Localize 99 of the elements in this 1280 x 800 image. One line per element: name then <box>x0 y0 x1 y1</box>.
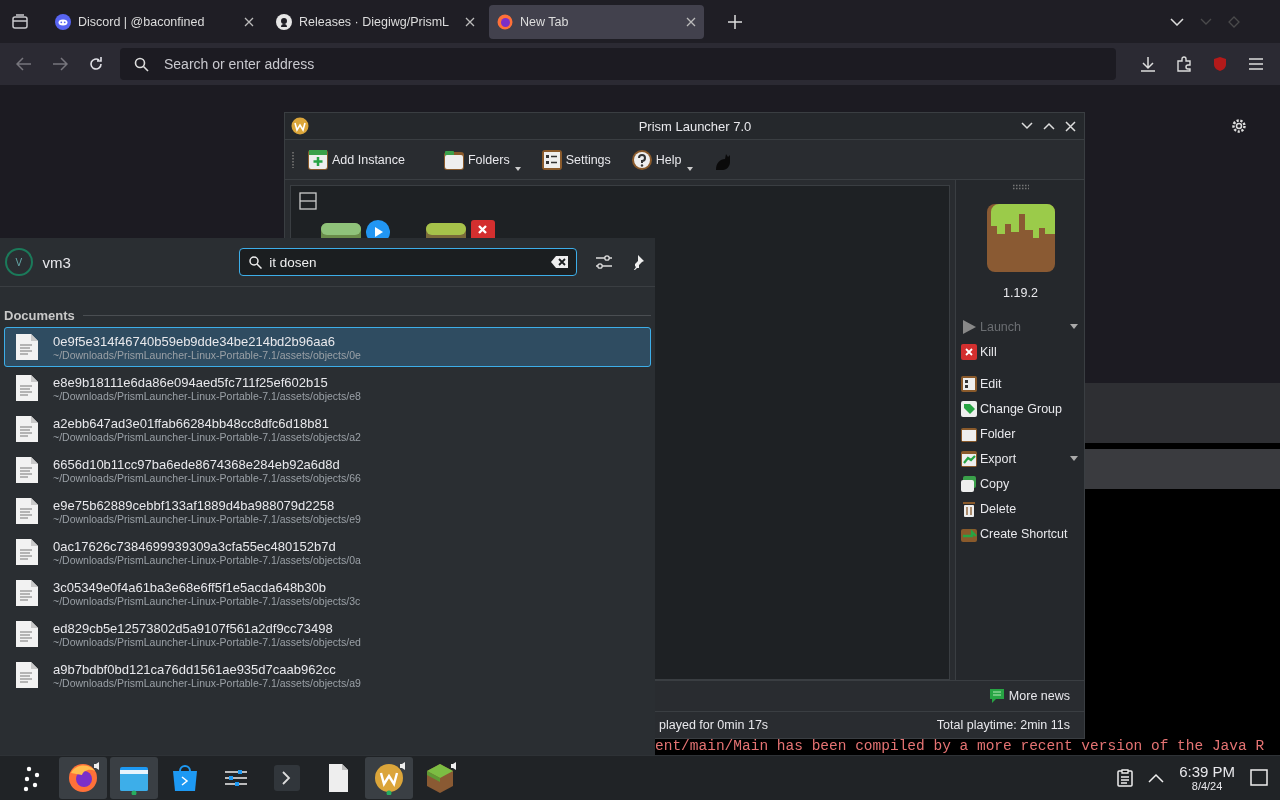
search-result[interactable]: 6656d10b11cc97ba6ede8674368e284eb92a6d8d ~/Downloads/PrismLauncher-Linux-Portable-7.1/assets/objects/66 <box>4 450 651 490</box>
tab-list-icon[interactable] <box>11 13 29 30</box>
toolbar-button[interactable]: Settings <box>536 146 615 173</box>
document-icon <box>15 415 39 443</box>
close-icon[interactable] <box>465 16 475 27</box>
tag-icon <box>961 400 977 417</box>
reload-icon[interactable] <box>88 56 104 72</box>
search-result[interactable]: 3c05349e0f4a61ba3e68e6ff5f1e5acda648b30b ~/Downloads/PrismLauncher-Linux-Portable-7.1/assets/objects/3c <box>4 573 651 613</box>
search-field[interactable]: it dosen <box>239 248 577 276</box>
search-result[interactable]: a9b7bdbf0bd121ca76dd1561ae935d7caab962cc ~/Downloads/PrismLauncher-Linux-Portable-7.1/assets/objects/a9 <box>4 655 651 695</box>
document-icon <box>15 497 39 525</box>
taskbar-button[interactable] <box>59 757 107 799</box>
address-field[interactable]: Search or enter address <box>120 48 1116 80</box>
clear-icon[interactable] <box>551 255 569 269</box>
user-avatar[interactable]: V <box>5 248 33 276</box>
app-logo-icon <box>372 761 406 795</box>
section-heading: Documents <box>4 307 75 323</box>
action-button[interactable]: Change Group <box>961 396 1080 421</box>
toolbar-button[interactable]: Add Instance <box>303 146 409 173</box>
new-tab-icon[interactable] <box>728 14 742 29</box>
document-icon <box>15 620 39 648</box>
status-text: Total playtime: 2min 11s <box>936 718 1070 732</box>
search-result[interactable]: e8e9b18111e6da86e094aed5fc711f25ef602b15 ~/Downloads/PrismLauncher-Linux-Portable-7.1/assets/objects/e8 <box>4 368 651 408</box>
grass-block-icon[interactable] <box>321 223 361 239</box>
toolbar-button[interactable]: Help <box>626 146 697 173</box>
action-button[interactable]: Edit <box>961 371 1080 396</box>
search-result[interactable]: e9e75b62889cebbf133af1889d4ba988079d2258 ~/Downloads/PrismLauncher-Linux-Portable-7.1/assets/objects/e9 <box>4 491 651 531</box>
list-icon <box>961 375 977 392</box>
search-result[interactable]: ed829cb5e12573802d5a9107f561a2df9cc73498 ~/Downloads/PrismLauncher-Linux-Portable-7.1/assets/objects/ed <box>4 614 651 654</box>
user-name: vm3 <box>42 253 72 271</box>
play-icon <box>961 318 977 335</box>
list-icon <box>540 148 563 171</box>
folder-icon <box>961 425 977 442</box>
github-icon <box>276 13 292 30</box>
terminal-output: ent/main/Main has been compiled by a more recent version of the Java R <box>655 739 1265 754</box>
group-collapse-icon[interactable] <box>299 192 317 210</box>
chevron-up-icon[interactable] <box>1148 773 1165 783</box>
close-icon[interactable] <box>244 16 254 27</box>
document-icon <box>15 333 39 361</box>
clipboard-icon[interactable] <box>1117 769 1134 787</box>
grass-block-icon[interactable] <box>426 223 466 239</box>
toolbar-handle-icon[interactable] <box>291 150 295 169</box>
play-icon <box>366 220 390 239</box>
search-result[interactable]: 0ac17626c7384699939309a3cfa55ec480152b7d ~/Downloads/PrismLauncher-Linux-Portable-7.1/assets/objects/0a <box>4 532 651 572</box>
settings-icon[interactable] <box>1230 117 1248 135</box>
clock[interactable]: 6:39 PM 8/4/24 <box>1179 763 1235 793</box>
close-icon <box>961 343 977 360</box>
menu-icon[interactable] <box>1248 57 1264 71</box>
firefox-icon <box>497 13 513 30</box>
browser-tab[interactable]: Releases · Diegiwg/PrismL <box>268 4 483 39</box>
document-icon <box>15 456 39 484</box>
document-icon <box>15 538 39 566</box>
caret-icon <box>514 166 521 171</box>
toolbar-button[interactable]: Folders <box>438 146 525 173</box>
taskbar-button[interactable] <box>110 757 158 799</box>
filter-icon[interactable] <box>595 254 613 270</box>
document-icon <box>15 661 39 689</box>
caret-icon <box>686 166 693 171</box>
window-title: Prism Launcher 7.0 <box>637 118 753 134</box>
action-button[interactable]: Delete <box>961 496 1080 521</box>
chat-icon <box>988 688 1005 704</box>
action-button[interactable]: Export <box>961 446 1080 471</box>
browser-tab[interactable]: Discord | @baconfined <box>47 4 262 39</box>
search-result[interactable]: a2ebb647ad3e01ffab66284bb48cc8dfc6d18b81 ~/Downloads/PrismLauncher-Linux-Portable-7.1/assets/objects/a2 <box>4 409 651 449</box>
panel-handle-icon[interactable] <box>1011 184 1030 190</box>
taskbar-button[interactable] <box>365 757 413 799</box>
show-desktop-icon[interactable] <box>1250 769 1268 787</box>
caret-icon <box>1070 456 1078 461</box>
app-logo-icon <box>291 117 309 135</box>
browser-tab[interactable]: New Tab <box>489 4 704 39</box>
chevron-down-icon[interactable] <box>1170 17 1184 26</box>
action-button[interactable]: Kill <box>961 339 1080 364</box>
question-icon <box>630 148 653 171</box>
document-icon <box>15 374 39 402</box>
chart-icon <box>961 450 977 467</box>
caret-icon <box>1070 324 1078 329</box>
close-icon[interactable] <box>686 16 696 27</box>
forward-icon[interactable] <box>52 57 68 71</box>
download-icon[interactable] <box>1140 56 1156 72</box>
search-icon <box>134 57 149 72</box>
back-icon[interactable] <box>16 57 32 71</box>
instance-version: 1.19.2 <box>1003 286 1038 300</box>
search-result[interactable]: 0e9f5e314f46740b59eb9dde34be214bd2b96aa6 ~/Downloads/PrismLauncher-Linux-Portable-7.1/assets/objects/0e <box>4 327 651 367</box>
copy-icon <box>961 475 977 492</box>
firefox-icon <box>66 761 100 795</box>
plus-icon <box>307 148 329 171</box>
close-icon[interactable] <box>1065 120 1076 132</box>
document-icon <box>15 579 39 607</box>
action-button[interactable]: Folder <box>961 421 1080 446</box>
action-button[interactable]: Create Shortcut <box>961 521 1080 546</box>
trash-icon <box>961 500 977 517</box>
action-button[interactable]: Copy <box>961 471 1080 496</box>
status-text: played for 0min 17s <box>659 718 770 732</box>
folder-icon <box>442 148 465 171</box>
more-news-button[interactable]: More news <box>988 688 1070 704</box>
puzzle-icon[interactable] <box>1176 56 1192 72</box>
grass-block-icon[interactable] <box>986 204 1055 272</box>
discord-icon <box>55 13 71 30</box>
search-icon <box>249 256 263 269</box>
